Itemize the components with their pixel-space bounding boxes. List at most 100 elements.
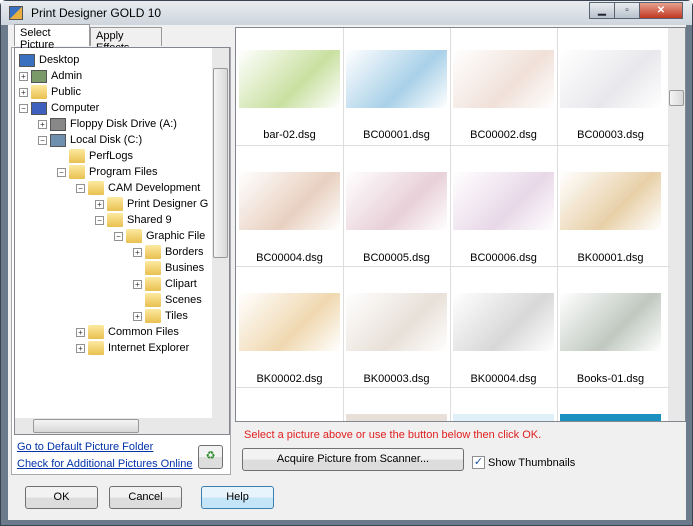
collapse-icon[interactable]: − [38, 135, 47, 145]
tab-label: Select Picture [20, 27, 55, 51]
expand-icon[interactable]: + [133, 247, 142, 257]
minimize-button[interactable]: ▁ [589, 2, 615, 19]
tree-node[interactable]: + Borders [133, 244, 204, 260]
thumbnail-item[interactable]: BK00002.dsg [236, 266, 343, 387]
tree-node[interactable]: + Common Files [76, 324, 179, 340]
cancel-button[interactable]: Cancel [109, 486, 182, 509]
folder-icon [88, 181, 104, 195]
thumbnail-grid[interactable]: bar-02.dsg BC00001.dsg BC00002.dsg BC000… [235, 27, 686, 422]
expand-icon[interactable]: + [76, 343, 85, 353]
tree-node[interactable]: PerfLogs [57, 148, 133, 164]
thumbnail-item[interactable]: BC00006.dsg [450, 145, 557, 266]
check-online-link[interactable]: Check for Additional Pictures Online [17, 458, 192, 470]
tree-node-label: Print Designer G [127, 198, 209, 210]
tree-node-label: Public [51, 86, 81, 98]
tree-node[interactable]: + Admin [19, 68, 82, 84]
thumbnail-item[interactable]: BK00004.dsg [450, 266, 557, 387]
tree-node[interactable]: − CAM Development [76, 180, 200, 196]
tree-node-label: Common Files [108, 326, 179, 338]
expand-icon[interactable]: + [95, 199, 104, 209]
ok-button[interactable]: OK [25, 486, 98, 509]
tree-node[interactable]: + Public [19, 84, 81, 100]
folder-icon [145, 261, 161, 275]
tree-node[interactable]: − Computer [19, 100, 99, 116]
desktop-icon [19, 53, 35, 67]
maximize-button[interactable]: ▫ [614, 2, 640, 19]
tree-node[interactable]: Busines [133, 260, 204, 276]
tree-node[interactable]: + Print Designer G [95, 196, 208, 212]
scroll-thumb[interactable] [213, 68, 228, 258]
tree-node[interactable]: + Floppy Disk Drive (A:) [38, 116, 177, 132]
tree-node[interactable]: − Program Files [57, 164, 157, 180]
tree-node-label: Graphic File [146, 230, 206, 242]
thumbnail-image [346, 50, 447, 108]
thumbnail-image [239, 293, 340, 351]
thumbnail-item[interactable]: BK00003.dsg [343, 266, 450, 387]
tree-node-label: Program Files [89, 166, 158, 178]
thumbnail-filename: bar-02.dsg [263, 129, 316, 141]
tree-node-label: Clipart [165, 278, 197, 290]
close-button[interactable]: ✕ [639, 2, 683, 19]
dialog-body: Select Picture Apply Effects Desktop + Adm… [8, 24, 686, 520]
grid-vertical-scrollbar[interactable] [668, 28, 685, 421]
expand-icon[interactable]: + [133, 279, 142, 289]
folder-icon [126, 229, 142, 243]
tree-node[interactable]: Scenes [133, 292, 202, 308]
acquire-scanner-button[interactable]: Acquire Picture from Scanner... [242, 448, 464, 471]
show-thumbnails-checkbox[interactable]: ✓ Show Thumbnails [472, 456, 575, 469]
expand-icon[interactable]: + [19, 87, 28, 97]
tree-node[interactable]: Desktop [19, 52, 79, 68]
expand-icon[interactable]: + [133, 311, 142, 321]
collapse-icon[interactable]: − [95, 215, 104, 225]
expand-icon[interactable]: + [76, 327, 85, 337]
floppy-icon [50, 117, 66, 131]
refresh-button[interactable]: ♻ [198, 445, 223, 469]
folder-icon [107, 197, 123, 211]
tree-node-label: Tiles [165, 310, 188, 322]
folder-tree[interactable]: Desktop + Admin + Public − Computer + Floppy Dis… [14, 47, 230, 435]
thumbnail-filename: BC00001.dsg [363, 129, 430, 141]
tab-apply-effects[interactable]: Apply Effects [90, 27, 162, 54]
tree-vertical-scrollbar[interactable] [212, 48, 229, 419]
expand-icon[interactable]: + [38, 119, 47, 129]
thumbnail-filename: Books-01.dsg [576, 373, 645, 385]
tree-node-label: Internet Explorer [108, 342, 190, 354]
thumbnail-item[interactable]: bar-02.dsg [236, 28, 343, 145]
tree-node[interactable]: − Graphic File [114, 228, 205, 244]
thumbnail-item[interactable]: BK00001.dsg [557, 145, 664, 266]
tree-node[interactable]: + Clipart [133, 276, 197, 292]
computer-icon [31, 101, 47, 115]
dialog-window: Print Designer GOLD 10 ▁ ▫ ✕ Select Pict… [0, 0, 693, 526]
thumbnail-item[interactable]: BC00002.dsg [450, 28, 557, 145]
tree-node[interactable]: + Tiles [133, 308, 188, 324]
folder-icon [88, 325, 104, 339]
tree-node[interactable]: + Internet Explorer [76, 340, 189, 356]
refresh-icon: ♻ [205, 450, 216, 462]
thumbnail-item[interactable]: BC00003.dsg [557, 28, 664, 145]
tab-select-picture[interactable]: Select Picture [14, 24, 90, 51]
tree-horizontal-scrollbar[interactable] [15, 418, 229, 434]
tree-node[interactable]: − Local Disk (C:) [38, 132, 142, 148]
help-button[interactable]: Help [201, 486, 274, 509]
thumbnail-image [560, 414, 661, 421]
scroll-thumb[interactable] [33, 419, 139, 433]
thumbnail-item[interactable]: Books-01.dsg [557, 266, 664, 387]
thumbnail-item[interactable]: BC00001.dsg [343, 28, 450, 145]
tree-node-label: Local Disk (C:) [70, 134, 143, 146]
scroll-thumb[interactable] [669, 90, 684, 106]
thumbnail-filename: BK00003.dsg [363, 373, 430, 385]
thumbnail-item[interactable]: BC00004.dsg [236, 145, 343, 266]
expand-icon[interactable]: + [19, 71, 28, 81]
default-folder-link[interactable]: Go to Default Picture Folder [17, 441, 153, 453]
tree-node-label: PerfLogs [89, 150, 134, 162]
folder-icon [31, 85, 47, 99]
collapse-icon[interactable]: − [76, 183, 85, 193]
collapse-icon[interactable]: − [114, 231, 123, 241]
collapse-icon[interactable]: − [57, 167, 66, 177]
collapse-icon[interactable]: − [19, 103, 28, 113]
app-icon [9, 6, 23, 20]
folder-icon [145, 277, 161, 291]
checkbox-check-icon: ✓ [472, 456, 485, 469]
thumbnail-item[interactable]: BC00005.dsg [343, 145, 450, 266]
tree-node[interactable]: − Shared 9 [95, 212, 172, 228]
